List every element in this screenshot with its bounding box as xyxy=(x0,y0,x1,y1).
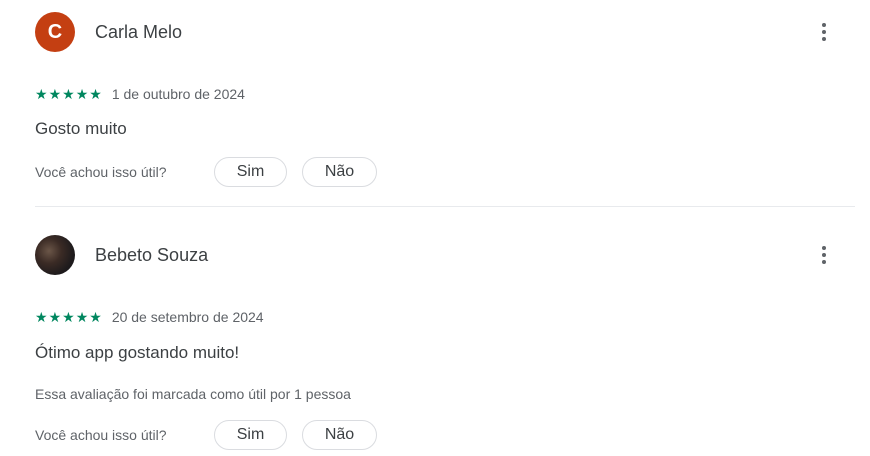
star-icon: ★ xyxy=(48,86,62,102)
helpful-question: Você achou isso útil? xyxy=(35,427,167,443)
review-date: 1 de outubro de 2024 xyxy=(111,86,245,102)
review-text: Ótimo app gostando muito! xyxy=(35,343,240,362)
star-icon: ★ xyxy=(89,309,102,325)
more-vert-icon xyxy=(822,246,826,250)
avatar xyxy=(35,235,75,275)
star-icon: ★ xyxy=(75,86,89,102)
reviewer-name: Carla Melo xyxy=(95,21,183,42)
star-icon: ★ xyxy=(35,86,48,102)
star-icon: ★ xyxy=(62,309,75,325)
star-icon: ★ xyxy=(89,86,102,102)
more-options-button[interactable] xyxy=(812,243,836,267)
more-options-button[interactable] xyxy=(812,20,836,44)
helpful-count: Essa avaliação foi marcada como útil por… xyxy=(35,386,351,402)
rating-row: ★ ★ ★ ★ ★ 20 de setembro de 2024 xyxy=(35,307,264,327)
star-icon: ★ xyxy=(62,86,75,102)
avatar: C xyxy=(35,12,75,52)
review-date: 20 de setembro de 2024 xyxy=(111,309,264,325)
more-vert-icon xyxy=(822,23,826,27)
star-rating: ★ ★ ★ ★ ★ xyxy=(35,310,102,324)
review-header: C Carla Melo xyxy=(35,12,182,52)
review-card: Bebeto Souza xyxy=(0,235,870,275)
star-rating: ★ ★ ★ ★ ★ xyxy=(35,87,102,101)
rating-row: ★ ★ ★ ★ ★ 1 de outubro de 2024 xyxy=(35,84,245,104)
helpful-yes-button[interactable]: Sim xyxy=(214,157,287,187)
star-icon: ★ xyxy=(75,309,89,325)
star-icon: ★ xyxy=(35,309,48,325)
helpful-row: Você achou isso útil? Sim Não xyxy=(35,156,377,188)
review-header: Bebeto Souza xyxy=(35,235,208,275)
helpful-no-button[interactable]: Não xyxy=(302,157,377,187)
helpful-yes-button[interactable]: Sim xyxy=(214,420,287,450)
helpful-no-button[interactable]: Não xyxy=(302,420,377,450)
star-icon: ★ xyxy=(48,309,62,325)
review-text: Gosto muito xyxy=(35,119,127,138)
divider xyxy=(35,206,855,207)
helpful-row: Você achou isso útil? Sim Não xyxy=(35,419,377,451)
reviewer-name: Bebeto Souza xyxy=(95,244,209,265)
helpful-question: Você achou isso útil? xyxy=(35,164,167,180)
